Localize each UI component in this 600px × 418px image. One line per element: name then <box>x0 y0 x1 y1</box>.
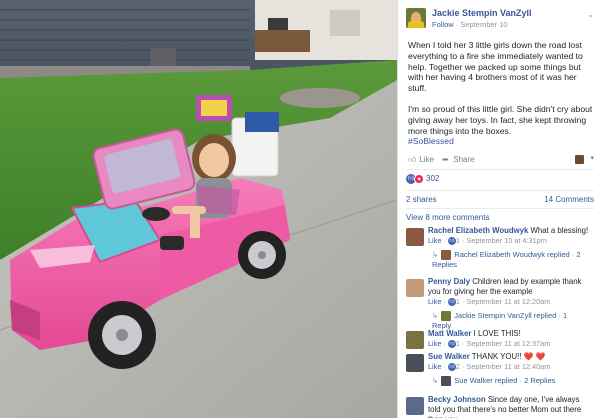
replier-name[interactable]: Sue Walker <box>454 376 493 385</box>
comment-time[interactable]: September 11 at 12:37am <box>466 339 550 348</box>
post-paragraph-1: When I told her 3 little girls down the … <box>408 40 583 94</box>
reply-summary[interactable]: ↳ Sue Walker replied · 2 Replies <box>432 376 588 387</box>
viewer-avatar[interactable] <box>575 155 584 164</box>
like-button[interactable]: 👍︎ Like <box>408 155 434 165</box>
reply-arrow-icon: ↳ <box>432 250 439 259</box>
reply-arrow-icon: ↳ <box>432 376 439 385</box>
hashtag-link[interactable]: #SoBlessed <box>408 136 594 147</box>
comment-text: What a blessing! <box>530 226 589 235</box>
comment-like-button[interactable]: Like <box>428 339 441 348</box>
commenter-avatar[interactable] <box>406 331 424 349</box>
toy-box <box>245 112 279 132</box>
thumbs-up-icon: 👍︎ <box>447 340 456 349</box>
post-photo[interactable] <box>0 0 397 418</box>
reply-summary[interactable]: ↳ Rachel Elizabeth Woudwyk replied · 2 Re… <box>432 250 588 270</box>
comment-time[interactable]: September 10 at 4:31pm <box>466 236 546 245</box>
commenter-avatar[interactable] <box>406 354 424 372</box>
divider <box>406 190 594 191</box>
share-arrow-icon: ➦ <box>442 155 449 164</box>
comment-like-button[interactable]: Like <box>428 297 441 306</box>
commenter-avatar[interactable] <box>406 228 424 246</box>
comment-like-count: 1 <box>455 339 460 348</box>
view-more-comments-link[interactable]: View 8 more comments <box>406 213 489 222</box>
reply-verb: replied <box>494 376 518 385</box>
comment-like-count: 1 <box>455 236 460 245</box>
wood-deck <box>255 30 310 52</box>
comment-time[interactable]: September 11 at 12:20am <box>466 297 550 306</box>
reply-count-link[interactable]: 2 Replies <box>524 376 555 385</box>
replier-avatar <box>441 250 452 261</box>
commenter-name[interactable]: Becky Johnson <box>428 395 486 404</box>
comment-meta: Like · 👍︎1 · September 10 at 4:31pm <box>428 236 547 246</box>
chevron-down-icon[interactable]: ▾ <box>590 154 594 162</box>
comment-meta: Like · 👍︎2 · September 11 at 12:40am <box>428 362 551 372</box>
author-avatar[interactable] <box>406 8 426 28</box>
post-actions: 👍︎ Like ➦ Share ▾ <box>408 155 594 167</box>
replier-name[interactable]: Jackie Stempin VanZyll <box>454 311 531 320</box>
like-label: Like <box>419 155 434 164</box>
replier-name[interactable]: Rachel Elizabeth Woudwyk <box>454 250 545 259</box>
replier-avatar <box>441 376 452 387</box>
author-name[interactable]: Jackie Stempin VanZyll <box>432 8 532 18</box>
post-meta: Follow · September 10 <box>432 20 507 29</box>
thumbs-up-icon: 👍︎ <box>447 363 456 372</box>
comment-meta: Like · 👍︎1 · September 11 at 12:37am <box>428 339 551 349</box>
reply-verb: replied <box>533 311 557 320</box>
reply-verb: replied <box>547 250 570 259</box>
share-button[interactable]: ➦ Share <box>442 155 475 164</box>
photo-illustration <box>0 0 397 418</box>
comment-like-count: 1 <box>455 297 460 306</box>
post-side-panel: Jackie Stempin VanZyll Follow · Septembe… <box>397 0 600 418</box>
commenter-name[interactable]: Rachel Elizabeth Woudwyk <box>428 226 528 235</box>
commenter-name[interactable]: Sue Walker <box>428 352 470 361</box>
commenter-avatar[interactable] <box>406 397 424 415</box>
reply-arrow-icon: ↳ <box>432 311 439 320</box>
share-label: Share <box>453 155 475 164</box>
love-reaction-icon: ♥ <box>414 173 424 184</box>
rock-bed <box>280 88 360 108</box>
commenter-name[interactable]: Matt Walker <box>428 329 471 338</box>
neighbour-window <box>330 10 360 36</box>
post-header: Jackie Stempin VanZyll Follow · Septembe… <box>406 6 596 32</box>
commenter-avatar[interactable] <box>406 279 424 297</box>
grill <box>268 18 288 30</box>
comment-time[interactable]: September 11 at 12:40am <box>466 362 550 371</box>
steering-wheel <box>142 207 170 221</box>
reactions-summary[interactable]: 👍︎ ♥ 302 <box>406 173 439 185</box>
divider <box>406 169 594 170</box>
toy-package-label <box>201 100 227 116</box>
side-mirror <box>160 236 184 250</box>
commenter-name[interactable]: Penny Daly <box>428 277 470 286</box>
replier-avatar <box>441 311 452 322</box>
follow-button[interactable]: Follow <box>432 20 454 29</box>
reply-summary[interactable]: ↳ Jackie Stempin VanZyll replied · 1 Repl… <box>432 311 588 331</box>
comment-text: THANK YOU!! ❤️ ❤️ <box>471 352 546 361</box>
comment-like-button[interactable]: Like <box>428 362 441 371</box>
thumbs-up-icon: 👍︎ <box>447 298 456 307</box>
comments-count-link[interactable]: 14 Comments <box>544 195 594 204</box>
comment-like-count: 2 <box>455 362 460 371</box>
shares-link[interactable]: 2 shares <box>406 195 437 204</box>
thumbs-up-icon: 👍︎ <box>408 155 417 164</box>
post-text: When I told her 3 little girls down the … <box>408 40 594 147</box>
comment-meta: Like · 👍︎1 · September 11 at 12:20am <box>428 297 551 307</box>
comment-like-button[interactable]: Like <box>428 236 441 245</box>
post-paragraph-2: I'm so proud of this little girl. She di… <box>408 103 593 136</box>
divider <box>406 208 594 209</box>
thumbs-up-icon: 👍︎ <box>447 237 456 246</box>
post-date[interactable]: September 10 <box>460 20 507 29</box>
comment-text: I LOVE THIS! <box>473 329 521 338</box>
chevron-down-icon[interactable]: ⌄ <box>587 10 594 19</box>
reaction-count: 302 <box>426 174 440 184</box>
